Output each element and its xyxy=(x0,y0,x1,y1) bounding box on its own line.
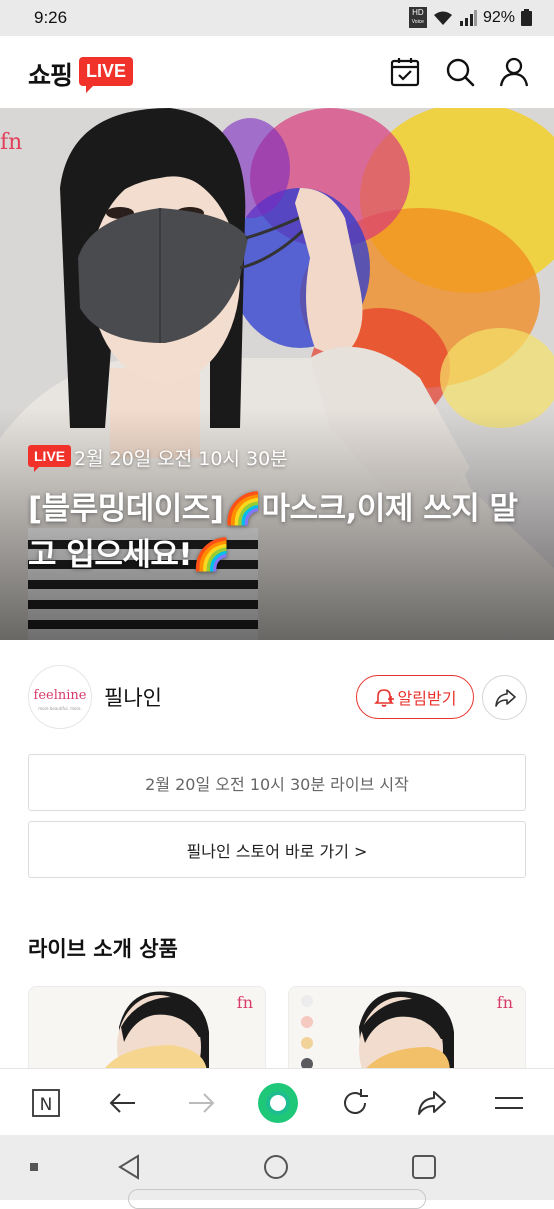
svg-text:N: N xyxy=(40,1095,53,1115)
user-profile-icon[interactable] xyxy=(498,56,530,88)
battery-percent: 92% xyxy=(482,8,515,26)
broadcast-datetime: 2월 20일 오전 10시 30분 xyxy=(74,448,288,470)
live-tag: LIVE xyxy=(28,445,72,467)
product-brand-mark: fn xyxy=(236,993,253,1012)
status-bar: 9:26 HD Voice 92% xyxy=(0,0,554,36)
status-time: 9:26 xyxy=(34,8,68,27)
seller-avatar-logo: feelnine xyxy=(33,688,87,703)
calendar-check-icon[interactable] xyxy=(389,56,421,88)
recents-dot-icon[interactable] xyxy=(29,1162,39,1172)
seller-name[interactable]: 필나인 xyxy=(104,682,162,712)
notification-subscribe-label: 알림받기 xyxy=(397,689,457,708)
status-icons: HD Voice 92% xyxy=(408,7,532,28)
seller-avatar-tagline: more beautiful. more. xyxy=(38,706,82,711)
forward-arrow-icon[interactable] xyxy=(185,1087,217,1119)
product-brand-mark: fn xyxy=(496,993,513,1012)
seller-avatar[interactable]: feelnine more beautiful. more. xyxy=(28,665,92,729)
hd-voice-icon: HD Voice xyxy=(408,7,427,28)
section-title-live-products: 라이브 소개 상품 xyxy=(28,937,178,961)
hamburger-menu-icon[interactable] xyxy=(493,1087,525,1119)
nav-overview-icon[interactable] xyxy=(410,1153,438,1181)
system-navigation-bar xyxy=(0,1135,554,1209)
broadcast-title: [블루밍데이즈]🌈마스크,이제 쓰지 말고 입으세요!🌈 xyxy=(28,491,518,573)
shopping-live-logo-text[interactable]: 쇼핑 xyxy=(28,56,73,92)
share-arrow-icon xyxy=(494,688,516,707)
signal-icon xyxy=(459,9,477,26)
gesture-pill xyxy=(128,1189,426,1209)
nav-home-icon[interactable] xyxy=(262,1153,290,1181)
back-arrow-icon[interactable] xyxy=(107,1087,139,1119)
bell-plus-icon xyxy=(373,689,394,707)
naver-home-icon[interactable]: N xyxy=(30,1087,62,1119)
shopping-live-logo-badge[interactable]: LIVE xyxy=(79,57,133,86)
search-icon[interactable] xyxy=(444,56,476,88)
green-dot-menu-button[interactable] xyxy=(257,1082,299,1124)
share-icon[interactable] xyxy=(416,1087,448,1119)
live-hero-banner[interactable]: fn LIVE 2월 20일 오전 10시 30분 [블루밍데이즈]🌈마스크,이… xyxy=(0,108,554,640)
live-start-schedule: 2월 20일 오전 10시 30분 라이브 시작 xyxy=(28,754,526,811)
hero-brand-mark: fn xyxy=(0,130,23,155)
live-tag-tail xyxy=(34,466,40,472)
share-button[interactable] xyxy=(482,675,527,720)
seller-row: feelnine more beautiful. more. 필나인 알림받기 xyxy=(0,660,554,736)
battery-icon xyxy=(521,9,532,26)
nav-back-icon[interactable] xyxy=(116,1153,144,1181)
browser-toolbar: N xyxy=(0,1068,554,1136)
store-link-button[interactable]: 필나인 스토어 바로 가기 > xyxy=(28,821,526,878)
notification-subscribe-button[interactable]: 알림받기 xyxy=(356,675,474,719)
wifi-icon xyxy=(433,11,452,25)
refresh-icon[interactable] xyxy=(339,1087,371,1119)
logo-badge-tail xyxy=(86,85,94,93)
app-header: 쇼핑 LIVE xyxy=(0,36,554,108)
